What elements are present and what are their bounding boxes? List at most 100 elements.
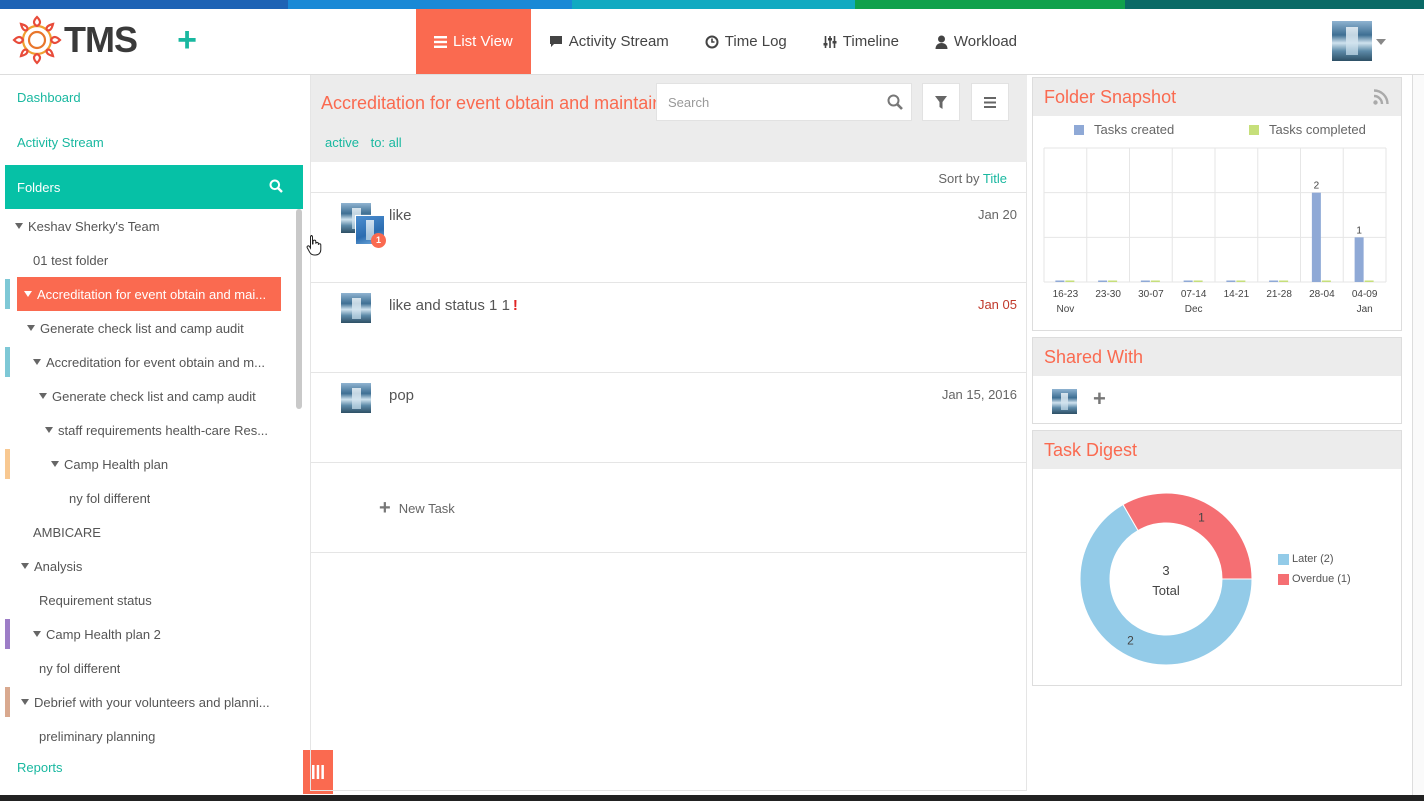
new-task-button[interactable]: + New Task bbox=[379, 498, 455, 518]
caret-down-icon[interactable] bbox=[21, 699, 29, 705]
sidebar-scrollbar[interactable] bbox=[296, 209, 302, 409]
panel-title: Folder Snapshot bbox=[1044, 87, 1177, 107]
folder-tree-label: ny fol different bbox=[69, 490, 151, 506]
nav-timeline[interactable]: Timeline bbox=[805, 9, 917, 74]
folder-tree-label: ny fol different bbox=[39, 660, 121, 676]
sort-value[interactable]: Title bbox=[983, 171, 1007, 186]
nav-label: Timeline bbox=[842, 33, 899, 50]
shared-user-avatar[interactable] bbox=[1052, 389, 1077, 414]
search-icon[interactable] bbox=[887, 94, 903, 113]
folder-tree-item[interactable]: Debrief with your volunteers and planni.… bbox=[5, 685, 295, 719]
folder-tree-item[interactable]: Camp Health plan 2 bbox=[5, 617, 295, 651]
folder-tree-item[interactable]: Generate check list and camp audit bbox=[5, 311, 295, 345]
caret-down-icon[interactable] bbox=[39, 393, 47, 399]
search-input[interactable] bbox=[657, 84, 877, 120]
logo-icon bbox=[12, 15, 62, 65]
user-avatar[interactable] bbox=[1332, 21, 1372, 61]
task-row[interactable]: pop Jan 15, 2016 bbox=[311, 373, 1027, 463]
panel-title: Task Digest bbox=[1044, 440, 1138, 460]
donut-total-value: 3 bbox=[1162, 563, 1169, 578]
sidebar-activity-stream-link[interactable]: Activity Stream bbox=[17, 135, 104, 150]
folder-tree-item[interactable]: Analysis bbox=[5, 549, 295, 583]
task-row[interactable]: 1 like Jan 20 bbox=[311, 193, 1027, 283]
menu-button[interactable] bbox=[971, 83, 1009, 121]
sidebar-reports-link[interactable]: Reports bbox=[17, 760, 63, 775]
caret-down-icon[interactable] bbox=[27, 325, 35, 331]
sidebar: Dashboard Activity Stream Folders Keshav… bbox=[5, 75, 303, 795]
folder-tree-item[interactable]: AMBICARE bbox=[5, 515, 295, 549]
new-task-label: New Task bbox=[398, 500, 455, 516]
folder-tree-item[interactable]: Accreditation for event obtain and m... bbox=[5, 345, 295, 379]
nav-list-view[interactable]: List View bbox=[416, 9, 531, 74]
search-box bbox=[656, 83, 912, 121]
sidebar-dashboard-link[interactable]: Dashboard bbox=[17, 90, 81, 105]
folder-tree: Keshav Sherky's Team 01 test folder Accred… bbox=[5, 209, 303, 753]
x-tick-label: 16-23 bbox=[1053, 289, 1079, 300]
folder-tree-item[interactable]: Requirement status bbox=[5, 583, 295, 617]
legend-overdue: Overdue (1) bbox=[1278, 573, 1351, 585]
folder-tree-item[interactable]: Generate check list and camp audit bbox=[5, 379, 295, 413]
legend-later: Later (2) bbox=[1278, 553, 1351, 565]
page-scrollbar[interactable] bbox=[1412, 75, 1424, 795]
list-icon bbox=[434, 35, 447, 48]
caret-down-icon[interactable] bbox=[33, 359, 41, 365]
filter-tag-active[interactable]: active bbox=[325, 135, 359, 150]
nav-time-log[interactable]: Time Log bbox=[687, 9, 805, 74]
comment-icon bbox=[549, 35, 563, 48]
task-list-header: Accreditation for event obtain and maint… bbox=[311, 75, 1027, 162]
rss-icon[interactable] bbox=[1373, 89, 1389, 108]
caret-down-icon[interactable] bbox=[45, 427, 53, 433]
folder-tree-label: Debrief with your volunteers and planni.… bbox=[34, 694, 270, 710]
task-date: Jan 05 bbox=[977, 297, 1017, 312]
nav-workload[interactable]: Workload bbox=[917, 9, 1035, 74]
add-button[interactable]: + bbox=[174, 23, 200, 57]
folder-title: Accreditation for event obtain and maint… bbox=[321, 93, 663, 113]
folder-tree-label: AMBICARE bbox=[33, 524, 101, 540]
folder-tree-item[interactable]: ny fol different bbox=[5, 481, 295, 515]
folder-tree-label: preliminary planning bbox=[39, 728, 156, 744]
chevron-down-icon[interactable] bbox=[1376, 39, 1386, 45]
app-logo[interactable]: TMS bbox=[12, 15, 138, 65]
legend-tasks-completed: Tasks completed bbox=[1249, 122, 1366, 137]
caret-down-icon[interactable] bbox=[24, 291, 32, 297]
folder-tree-item[interactable]: Accreditation for event obtain and mai..… bbox=[17, 277, 281, 311]
legend-label: Overdue (1) bbox=[1292, 573, 1351, 585]
x-tick-label: 21-28 bbox=[1266, 289, 1292, 300]
x-month-label: Nov bbox=[1056, 304, 1074, 315]
folder-tree-item[interactable]: Keshav Sherky's Team bbox=[5, 209, 295, 243]
user-icon bbox=[935, 35, 948, 49]
caret-down-icon[interactable] bbox=[15, 223, 23, 229]
task-title[interactable]: like bbox=[389, 207, 412, 224]
x-tick-label: 04-09 bbox=[1352, 289, 1378, 300]
task-title[interactable]: pop bbox=[389, 387, 414, 404]
nav-label: List View bbox=[453, 33, 513, 50]
bar-data-label: 1 bbox=[1356, 225, 1362, 236]
legend-swatch bbox=[1074, 124, 1084, 135]
nav-activity-stream[interactable]: Activity Stream bbox=[531, 9, 687, 74]
add-share-icon[interactable]: + bbox=[1093, 386, 1106, 412]
folder-color-marker bbox=[5, 687, 10, 717]
slice-data-label: 1 bbox=[1198, 511, 1205, 525]
caret-down-icon[interactable] bbox=[33, 631, 41, 637]
folder-tree-item[interactable]: 01 test folder bbox=[5, 243, 295, 277]
search-icon[interactable] bbox=[269, 179, 283, 196]
comment-count-badge: 1 bbox=[371, 233, 386, 248]
filter-button[interactable] bbox=[922, 83, 960, 121]
task-title-wrap[interactable]: like and status 1 1! bbox=[389, 297, 518, 314]
filter-tag-assignee[interactable]: to: all bbox=[371, 135, 402, 150]
nav-label: Workload bbox=[953, 33, 1018, 50]
caret-down-icon[interactable] bbox=[51, 461, 59, 467]
bar-data-label: 2 bbox=[1314, 181, 1320, 192]
folder-tree-item[interactable]: preliminary planning bbox=[5, 719, 295, 753]
folder-tree-item[interactable]: Camp Health plan bbox=[5, 447, 295, 481]
donut-legend: Later (2) Overdue (1) bbox=[1278, 553, 1351, 593]
caret-down-icon[interactable] bbox=[21, 563, 29, 569]
folder-tree-item[interactable]: staff requirements health-care Res... bbox=[5, 413, 295, 447]
bar-tasks-created bbox=[1055, 280, 1065, 282]
folder-color-marker bbox=[5, 279, 10, 309]
task-title: like and status 1 1 bbox=[389, 297, 510, 314]
bar-tasks-created bbox=[1183, 280, 1193, 282]
task-digest-panel: Task Digest 2 1 3 Total Later (2) Overdue (… bbox=[1032, 430, 1402, 686]
task-row[interactable]: like and status 1 1! Jan 05 bbox=[311, 283, 1027, 373]
folder-tree-item[interactable]: ny fol different bbox=[5, 651, 295, 685]
